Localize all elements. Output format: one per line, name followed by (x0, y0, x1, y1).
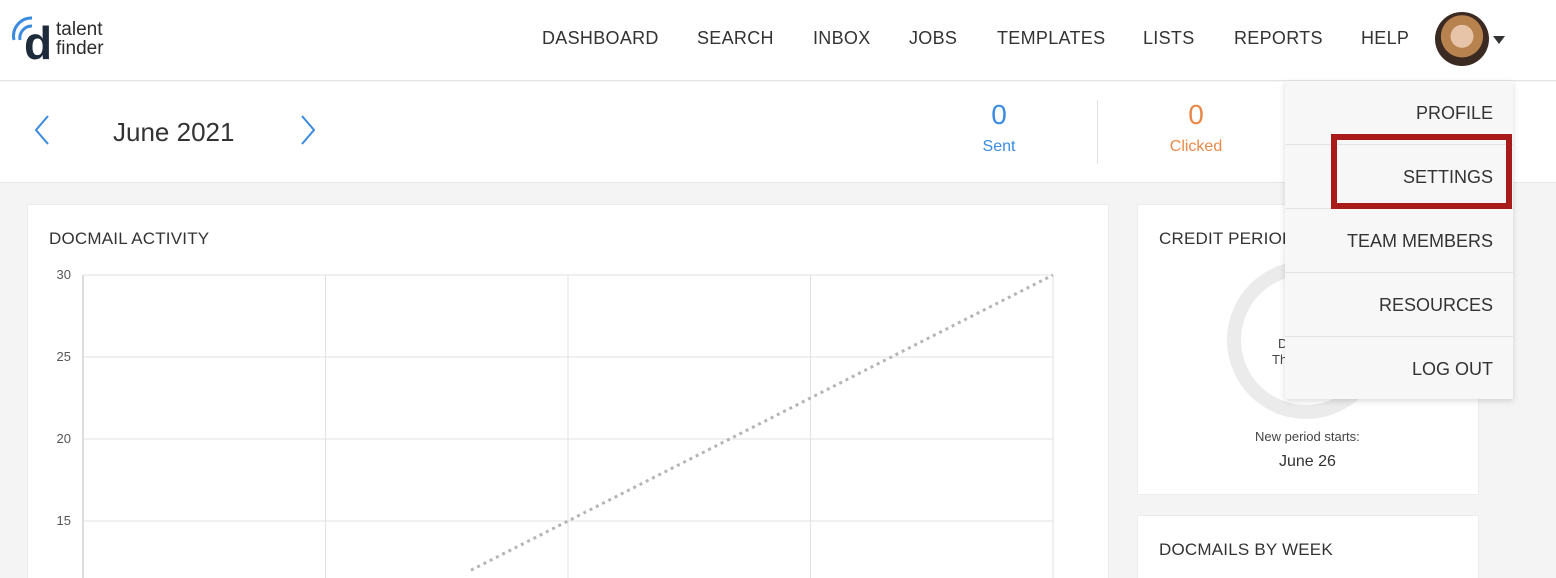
y-tick-label: 30 (57, 267, 71, 282)
top-nav-bar: d talent finder DASHBOARD SEARCH INBOX J… (0, 0, 1556, 81)
credit-period-title: CREDIT PERIOD (1159, 229, 1295, 248)
docmails-by-week-card: DOCMAILS BY WEEK (1137, 515, 1479, 578)
nav-jobs[interactable]: JOBS (909, 28, 957, 49)
menu-item-team-members[interactable]: TEAM MEMBERS (1285, 209, 1513, 273)
stat-sent-label: Sent (982, 138, 1016, 155)
user-avatar[interactable] (1435, 12, 1489, 66)
stat-clicked: 0 Clicked (1136, 100, 1256, 156)
settings-highlight-box (1331, 134, 1512, 209)
nav-help[interactable]: HELP (1361, 28, 1409, 49)
nav-templates[interactable]: TEMPLATES (997, 28, 1105, 49)
user-dropdown-menu: PROFILE SETTINGS TEAM MEMBERS RESOURCES … (1285, 81, 1513, 399)
month-title: June 2021 (113, 117, 235, 147)
logo-wordmark: talent finder (56, 20, 104, 58)
activity-trend-line (470, 273, 1054, 572)
nav-reports[interactable]: REPORTS (1234, 28, 1323, 49)
logo-letter: d (24, 17, 53, 69)
stat-clicked-value: 0 (1188, 99, 1204, 130)
docmail-activity-card: DOCMAIL ACTIVITY 30 25 20 15 (27, 204, 1109, 578)
new-period-label: New period starts: (1255, 429, 1360, 444)
stat-divider (1097, 100, 1098, 164)
y-tick-label: 20 (57, 431, 71, 446)
y-tick-label: 15 (57, 513, 71, 528)
menu-item-resources[interactable]: RESOURCES (1285, 273, 1513, 337)
docmail-activity-chart: 30 25 20 15 (57, 267, 1054, 578)
y-tick-label: 25 (57, 349, 71, 364)
chevron-left-icon[interactable] (32, 114, 52, 146)
logo-line-2: finder (56, 38, 104, 59)
nav-dashboard[interactable]: DASHBOARD (542, 28, 659, 49)
new-period-date: June 26 (1279, 453, 1336, 470)
chevron-right-icon[interactable] (298, 114, 318, 146)
menu-item-log-out[interactable]: LOG OUT (1285, 337, 1513, 401)
logo-line-1: talent (56, 19, 103, 40)
nav-search[interactable]: SEARCH (697, 28, 774, 49)
caret-down-icon[interactable] (1493, 35, 1505, 45)
talent-finder-logo[interactable]: d talent finder (10, 14, 130, 66)
docmails-by-week-title: DOCMAILS BY WEEK (1159, 540, 1333, 559)
nav-lists[interactable]: LISTS (1143, 28, 1195, 49)
stat-sent: 0 Sent (939, 100, 1059, 156)
stat-clicked-label: Clicked (1169, 138, 1223, 155)
nav-inbox[interactable]: INBOX (813, 28, 871, 49)
stat-sent-value: 0 (991, 99, 1007, 130)
